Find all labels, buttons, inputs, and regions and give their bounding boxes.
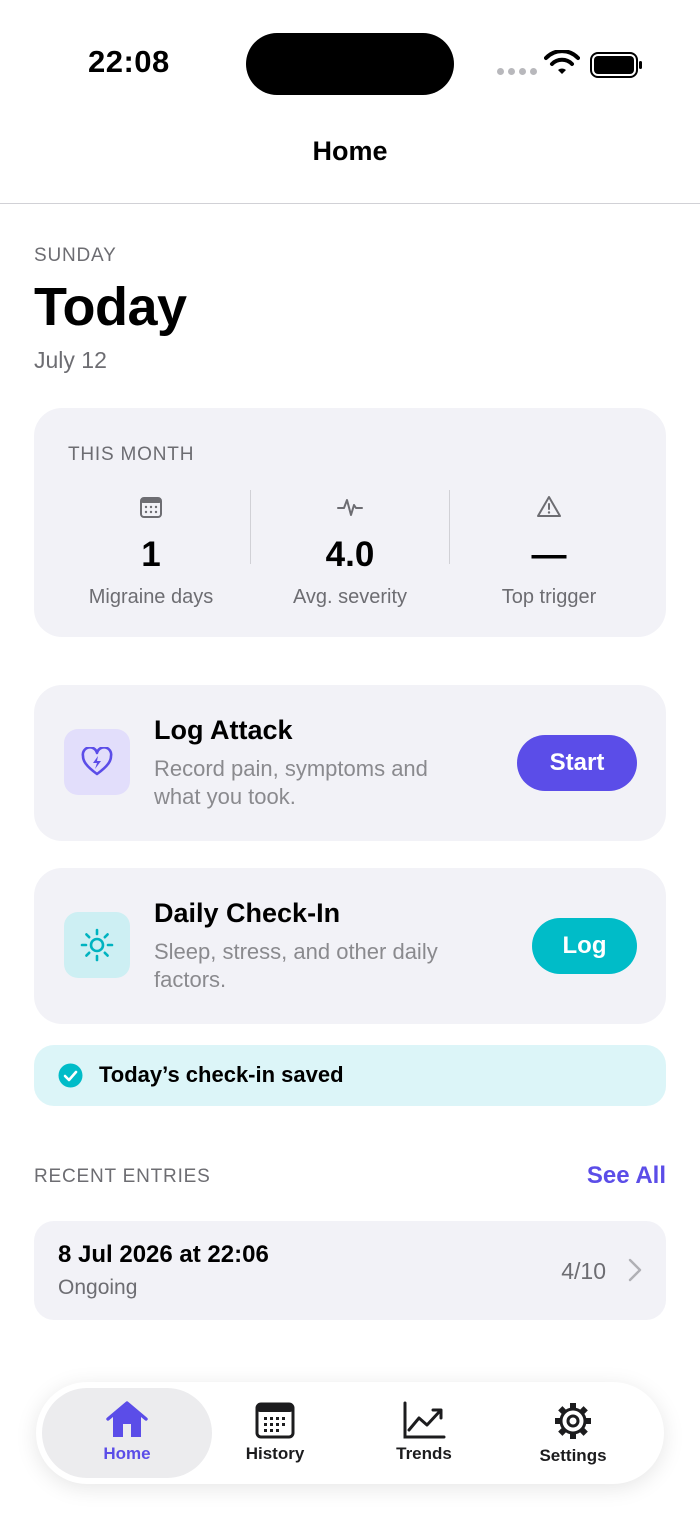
- stat-migraine-days: 1 Migraine days: [52, 490, 250, 609]
- chevron-right-icon: [628, 1258, 642, 1282]
- log-attack-description: Record pain, symptoms and what you took.: [154, 756, 428, 809]
- status-bar: 22:08: [0, 0, 700, 110]
- date-label: July 12: [34, 347, 107, 373]
- this-month-card: THIS MONTH 1 Migraine days 4.0 Avg. seve…: [34, 408, 666, 637]
- entry-score: 4/10: [561, 1258, 606, 1284]
- stat-avg-severity: 4.0 Avg. severity: [251, 490, 449, 609]
- tab-label: Home: [103, 1444, 151, 1463]
- see-all-link[interactable]: See All: [587, 1162, 666, 1190]
- stat-label: Top trigger: [501, 586, 597, 608]
- chart-icon: [403, 1401, 446, 1439]
- page-title: Today: [34, 277, 187, 337]
- heart-bolt-icon: [64, 729, 130, 795]
- recent-entries-label: RECENT ENTRIES: [34, 1166, 211, 1187]
- stat-label: Migraine days: [88, 586, 214, 608]
- list-item[interactable]: 8 Jul 2026 at 22:06 Ongoing 4/10: [34, 1221, 666, 1320]
- gear-icon: [555, 1403, 591, 1439]
- warning-icon: [537, 496, 561, 517]
- saved-banner-text: Today’s check-in saved: [99, 1062, 344, 1087]
- cellular-signal-icon: [497, 68, 537, 75]
- tab-history[interactable]: History: [190, 1388, 360, 1478]
- checkmark-circle-icon: [58, 1063, 83, 1088]
- nav-title: Home: [312, 136, 388, 166]
- start-button[interactable]: Start: [517, 735, 637, 791]
- status-time: 22:08: [88, 44, 170, 79]
- entry-status: Ongoing: [58, 1276, 138, 1299]
- entry-date: 8 Jul 2026 at 22:06: [58, 1241, 269, 1268]
- stat-value: —: [531, 535, 567, 574]
- checkin-saved-banner: Today’s check-in saved: [34, 1045, 666, 1106]
- tab-label: History: [245, 1444, 305, 1463]
- wifi-icon: [544, 50, 580, 74]
- house-icon: [106, 1401, 148, 1437]
- log-attack-card[interactable]: Log Attack Record pain, symptoms and wha…: [34, 685, 666, 841]
- daily-checkin-title: Daily Check-In: [154, 898, 341, 928]
- sun-icon: [64, 912, 130, 978]
- tab-label: Trends: [396, 1444, 452, 1463]
- stat-value: 4.0: [325, 535, 375, 574]
- calendar-icon: [255, 1402, 295, 1439]
- tab-trends[interactable]: Trends: [339, 1388, 509, 1478]
- tab-label: Settings: [539, 1446, 607, 1465]
- day-label: SUNDAY: [34, 245, 117, 266]
- stat-value: 1: [141, 535, 161, 574]
- calendar-icon: [140, 497, 162, 518]
- pulse-icon: [337, 499, 363, 516]
- daily-checkin-card[interactable]: Daily Check-In Sleep, stress, and other …: [34, 868, 666, 1024]
- this-month-title: THIS MONTH: [68, 444, 195, 465]
- log-button[interactable]: Log: [532, 918, 637, 974]
- tab-home[interactable]: Home: [42, 1388, 212, 1478]
- log-attack-title: Log Attack: [154, 715, 293, 745]
- tab-settings[interactable]: Settings: [488, 1388, 658, 1478]
- tab-bar: Home History Trends Settings: [36, 1382, 664, 1484]
- nav-divider: [0, 203, 700, 204]
- stat-label: Avg. severity: [292, 586, 408, 608]
- stat-top-trigger: — Top trigger: [450, 490, 648, 609]
- battery-icon: [590, 52, 642, 78]
- daily-checkin-description: Sleep, stress, and other daily factors.: [154, 939, 438, 992]
- dynamic-island: [246, 33, 454, 95]
